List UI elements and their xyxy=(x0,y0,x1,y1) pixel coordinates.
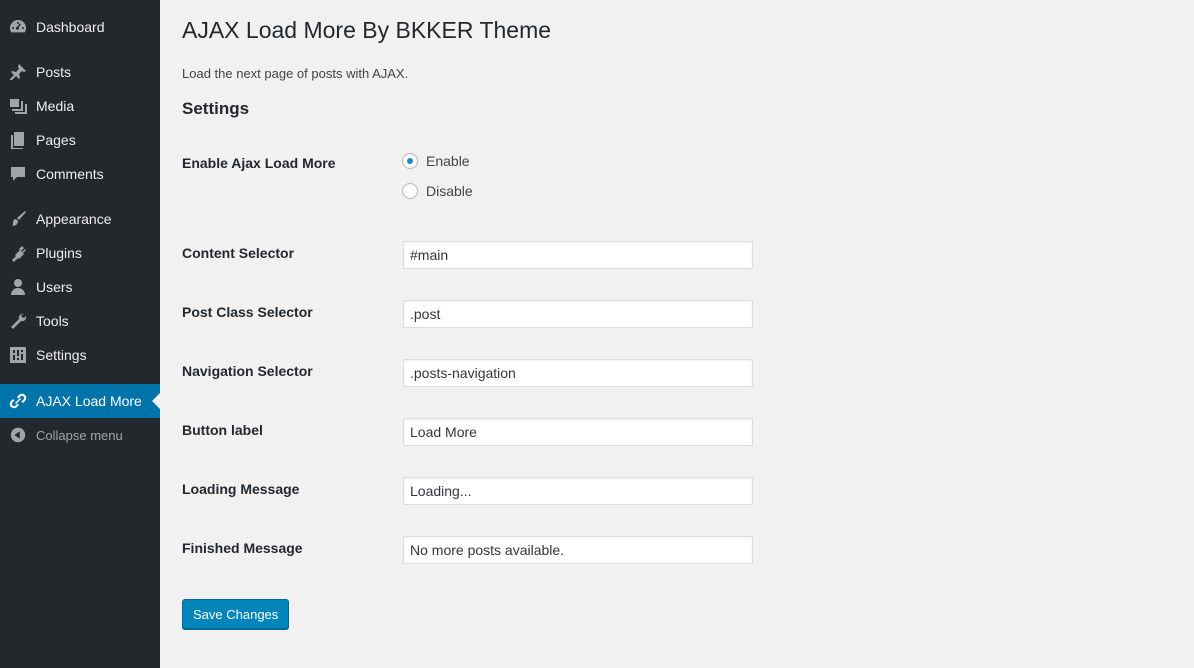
sidebar-item-label: Plugins xyxy=(36,245,82,261)
sidebar-item-settings[interactable]: Settings xyxy=(0,338,160,372)
sidebar-item-label: AJAX Load More xyxy=(36,393,142,409)
content-selector-label: Content Selector xyxy=(182,245,295,261)
sidebar-item-ajax-load-more[interactable]: AJAX Load More xyxy=(0,384,160,418)
post-class-selector-input[interactable] xyxy=(403,300,753,328)
paintbrush-icon xyxy=(0,209,36,229)
sidebar-item-label: Comments xyxy=(36,166,104,182)
admin-sidebar: Dashboard Posts Media Pages Comments App… xyxy=(0,0,160,668)
save-changes-button[interactable]: Save Changes xyxy=(182,599,290,629)
collapse-icon xyxy=(0,426,36,444)
pages-icon xyxy=(0,130,36,150)
finished-message-label: Finished Message xyxy=(182,540,303,556)
button-label-label: Button label xyxy=(182,422,263,438)
post-class-selector-label: Post Class Selector xyxy=(182,304,313,320)
sidebar-item-plugins[interactable]: Plugins xyxy=(0,236,160,270)
radio-button[interactable] xyxy=(402,183,418,199)
section-title: Settings xyxy=(182,99,250,118)
sidebar-item-appearance[interactable]: Appearance xyxy=(0,202,160,236)
sidebar-item-tools[interactable]: Tools xyxy=(0,304,160,338)
sidebar-item-label: Media xyxy=(36,98,75,114)
disable-radio[interactable]: Disable xyxy=(402,183,473,199)
sidebar-item-dashboard[interactable]: Dashboard xyxy=(0,10,160,44)
dashboard-icon xyxy=(0,17,36,37)
pushpin-icon xyxy=(0,62,36,82)
radio-label: Enable xyxy=(426,153,470,169)
sidebar-item-label: Settings xyxy=(36,347,87,363)
navigation-selector-input[interactable] xyxy=(403,359,753,387)
radio-button-checked[interactable] xyxy=(402,153,418,169)
enable-radio[interactable]: Enable xyxy=(402,153,470,169)
page-description: Load the next page of posts with AJAX. xyxy=(182,66,409,81)
loading-message-input[interactable] xyxy=(403,477,753,505)
sidebar-item-label: Collapse menu xyxy=(36,427,123,443)
sidebar-item-posts[interactable]: Posts xyxy=(0,55,160,89)
user-icon xyxy=(0,277,36,297)
finished-message-input[interactable] xyxy=(403,536,753,564)
radio-label: Disable xyxy=(426,183,473,199)
sidebar-item-label: Dashboard xyxy=(36,19,105,35)
page-title: AJAX Load More By BKKER Theme xyxy=(182,17,552,43)
sidebar-item-label: Posts xyxy=(36,64,72,80)
comment-icon xyxy=(0,164,36,184)
sidebar-item-users[interactable]: Users xyxy=(0,270,160,304)
collapse-menu-button[interactable]: Collapse menu xyxy=(0,418,160,452)
sidebar-item-label: Users xyxy=(36,279,73,295)
settings-icon xyxy=(0,345,36,365)
wrench-icon xyxy=(0,311,36,331)
sidebar-item-label: Appearance xyxy=(36,211,112,227)
enable-label: Enable Ajax Load More xyxy=(182,155,336,171)
sidebar-item-pages[interactable]: Pages xyxy=(0,123,160,157)
media-icon xyxy=(0,96,36,116)
link-icon xyxy=(0,391,36,411)
sidebar-item-label: Pages xyxy=(36,132,76,148)
content-selector-input[interactable] xyxy=(403,241,753,269)
loading-message-label: Loading Message xyxy=(182,481,300,497)
sidebar-item-media[interactable]: Media xyxy=(0,89,160,123)
button-label-input[interactable] xyxy=(403,418,753,446)
sidebar-item-label: Tools xyxy=(36,313,69,329)
navigation-selector-label: Navigation Selector xyxy=(182,363,313,379)
sidebar-item-comments[interactable]: Comments xyxy=(0,157,160,191)
plugin-icon xyxy=(0,243,36,263)
